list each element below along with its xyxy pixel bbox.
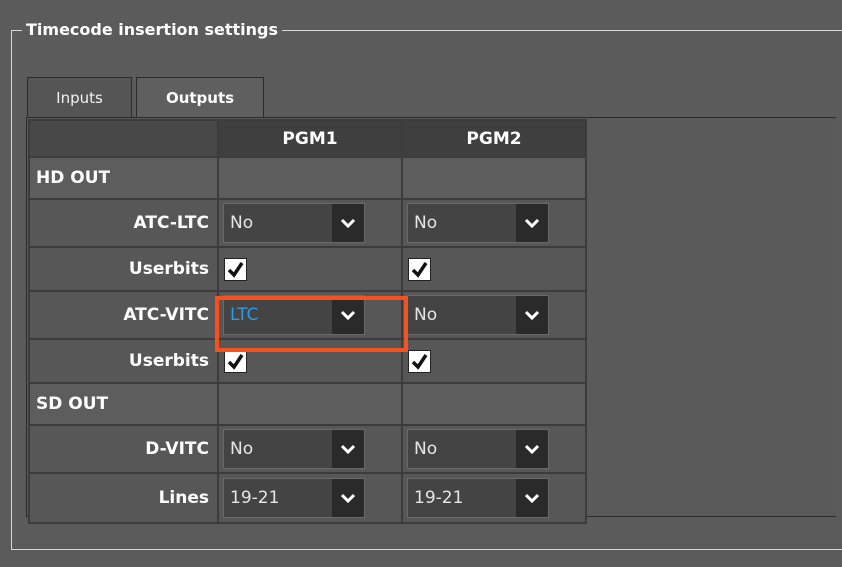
dropdown-value: 19-21: [230, 488, 280, 508]
lines-pgm1-dropdown[interactable]: 19-21: [223, 478, 365, 518]
d-vitc-pgm1-dropdown[interactable]: No: [223, 429, 365, 469]
cell-atc-vitc-pgm2: No: [401, 290, 587, 340]
checkmark-icon: [411, 261, 428, 278]
cell-atc-vitc-pgm1: LTC: [217, 290, 403, 340]
cell-d-vitc-pgm1: No: [217, 424, 403, 474]
chevron-down-icon[interactable]: [516, 204, 548, 242]
atc-vitc-userbits-pgm2-checkbox[interactable]: [408, 349, 431, 373]
cell-atc-ltc-userbits-pgm2: [401, 246, 587, 292]
row-label-atc-vitc: ATC-VITC: [28, 290, 219, 340]
chevron-down-icon[interactable]: [332, 204, 364, 242]
row-label-atc-ltc-userbits: Userbits: [28, 246, 219, 292]
atc-vitc-pgm1-dropdown[interactable]: LTC: [223, 295, 365, 335]
atc-ltc-userbits-pgm1-checkbox[interactable]: [224, 257, 247, 281]
cell-atc-ltc-pgm2: No: [401, 198, 587, 248]
cell-atc-ltc-userbits-pgm1: [217, 246, 403, 292]
section-cell: [217, 156, 403, 200]
chevron-down-icon[interactable]: [516, 296, 548, 334]
column-header-pgm2: PGM2: [401, 119, 587, 158]
cell-atc-vitc-userbits-pgm1: [217, 338, 403, 384]
atc-ltc-pgm1-dropdown[interactable]: No: [223, 203, 365, 243]
dropdown-value: No: [230, 213, 254, 233]
chevron-down-icon[interactable]: [332, 430, 364, 468]
cell-lines-pgm1: 19-21: [217, 472, 403, 524]
column-header-pgm1: PGM1: [217, 119, 403, 158]
row-label-lines: Lines: [28, 472, 219, 524]
section-sd-out: SD OUT: [28, 382, 219, 426]
dropdown-value: No: [414, 305, 438, 325]
cell-d-vitc-pgm2: No: [401, 424, 587, 474]
cell-lines-pgm2: 19-21: [401, 472, 587, 524]
checkmark-icon: [227, 261, 244, 278]
dropdown-value: LTC: [230, 305, 259, 325]
atc-vitc-pgm2-dropdown[interactable]: No: [407, 295, 549, 335]
section-cell: [401, 382, 587, 426]
tab-outputs[interactable]: Outputs: [136, 77, 264, 117]
tab-inputs[interactable]: Inputs: [27, 77, 132, 117]
atc-vitc-userbits-pgm1-checkbox[interactable]: [224, 349, 247, 373]
atc-ltc-pgm2-dropdown[interactable]: No: [407, 203, 549, 243]
row-label-atc-ltc: ATC-LTC: [28, 198, 219, 248]
section-hd-out: HD OUT: [28, 156, 219, 200]
dropdown-value: No: [230, 439, 254, 459]
outputs-table: PGM1 PGM2 HD OUT ATC-LTC No No Userbits: [28, 119, 587, 524]
section-cell: [217, 382, 403, 426]
table-header-corner: [28, 119, 219, 158]
dropdown-value: No: [414, 439, 438, 459]
chevron-down-icon[interactable]: [516, 479, 548, 517]
cell-atc-vitc-userbits-pgm2: [401, 338, 587, 384]
row-label-atc-vitc-userbits: Userbits: [28, 338, 219, 384]
group-title: Timecode insertion settings: [22, 20, 283, 40]
chevron-down-icon[interactable]: [332, 296, 364, 334]
dropdown-value: 19-21: [414, 488, 464, 508]
lines-pgm2-dropdown[interactable]: 19-21: [407, 478, 549, 518]
dropdown-value: No: [414, 213, 438, 233]
checkmark-icon: [227, 353, 244, 370]
chevron-down-icon[interactable]: [332, 479, 364, 517]
row-label-d-vitc: D-VITC: [28, 424, 219, 474]
chevron-down-icon[interactable]: [516, 430, 548, 468]
atc-ltc-userbits-pgm2-checkbox[interactable]: [408, 257, 431, 281]
d-vitc-pgm2-dropdown[interactable]: No: [407, 429, 549, 469]
section-cell: [401, 156, 587, 200]
checkmark-icon: [411, 353, 428, 370]
cell-atc-ltc-pgm1: No: [217, 198, 403, 248]
